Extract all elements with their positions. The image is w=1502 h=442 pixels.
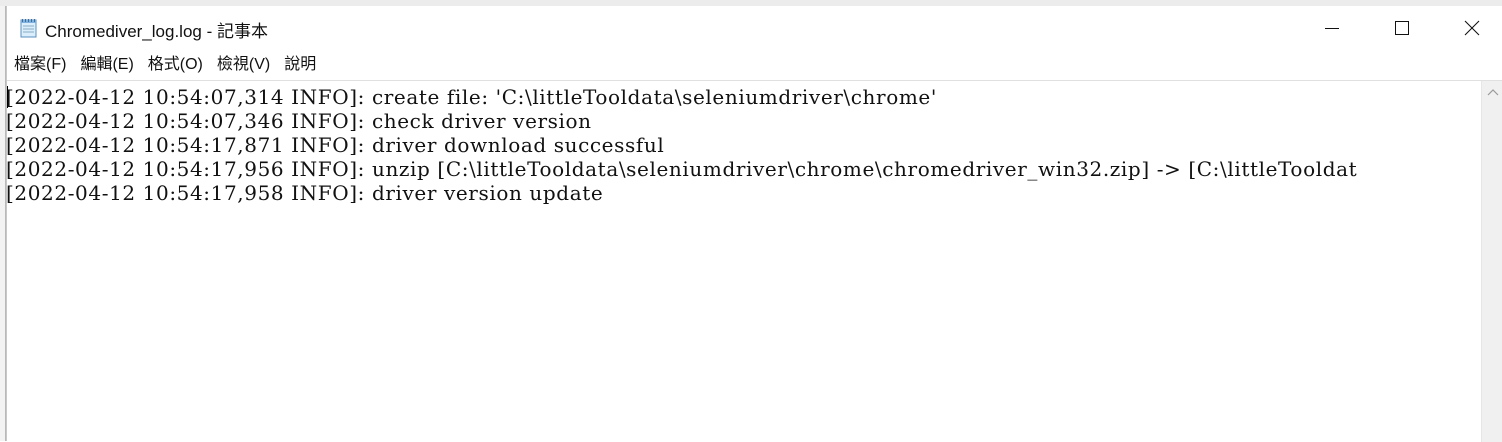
menu-help[interactable]: 說明 [277, 52, 323, 78]
minimize-button[interactable] [1297, 6, 1367, 50]
log-line: [2022-04-12 10:54:07,346 INFO]: check dr… [7, 109, 592, 133]
scroll-up-button[interactable] [1482, 81, 1502, 103]
notepad-window: Chromediver_log.log - 記事本 檔案(F) 編輯(E) 格式… [6, 6, 1502, 442]
title-bar[interactable]: Chromediver_log.log - 記事本 [7, 6, 1502, 50]
log-line: [2022-04-12 10:54:17,871 INFO]: driver d… [7, 133, 665, 157]
close-button[interactable] [1437, 6, 1502, 50]
notepad-icon [19, 18, 39, 38]
log-line: [2022-04-12 10:54:07,314 INFO]: create f… [7, 85, 937, 109]
maximize-icon [1395, 21, 1409, 35]
minimize-icon [1325, 28, 1339, 29]
text-area[interactable]: [2022-04-12 10:54:07,314 INFO]: create f… [7, 81, 1481, 442]
menu-file[interactable]: 檔案(F) [7, 52, 73, 78]
window-title: Chromediver_log.log - 記事本 [45, 22, 268, 41]
menu-edit[interactable]: 編輯(E) [73, 52, 140, 78]
menu-bar: 檔案(F) 編輯(E) 格式(O) 檢視(V) 說明 [7, 52, 1502, 78]
close-icon [1464, 20, 1480, 36]
editor[interactable]: [2022-04-12 10:54:07,314 INFO]: create f… [7, 80, 1502, 442]
menu-view[interactable]: 檢視(V) [210, 52, 277, 78]
chevron-up-icon [1487, 89, 1499, 96]
maximize-button[interactable] [1367, 6, 1437, 50]
vertical-scrollbar[interactable] [1481, 81, 1502, 442]
log-line: [2022-04-12 10:54:17,956 INFO]: unzip [C… [7, 157, 1358, 181]
text-caret [7, 86, 8, 108]
menu-format[interactable]: 格式(O) [141, 52, 210, 78]
log-line: [2022-04-12 10:54:17,958 INFO]: driver v… [7, 181, 604, 205]
